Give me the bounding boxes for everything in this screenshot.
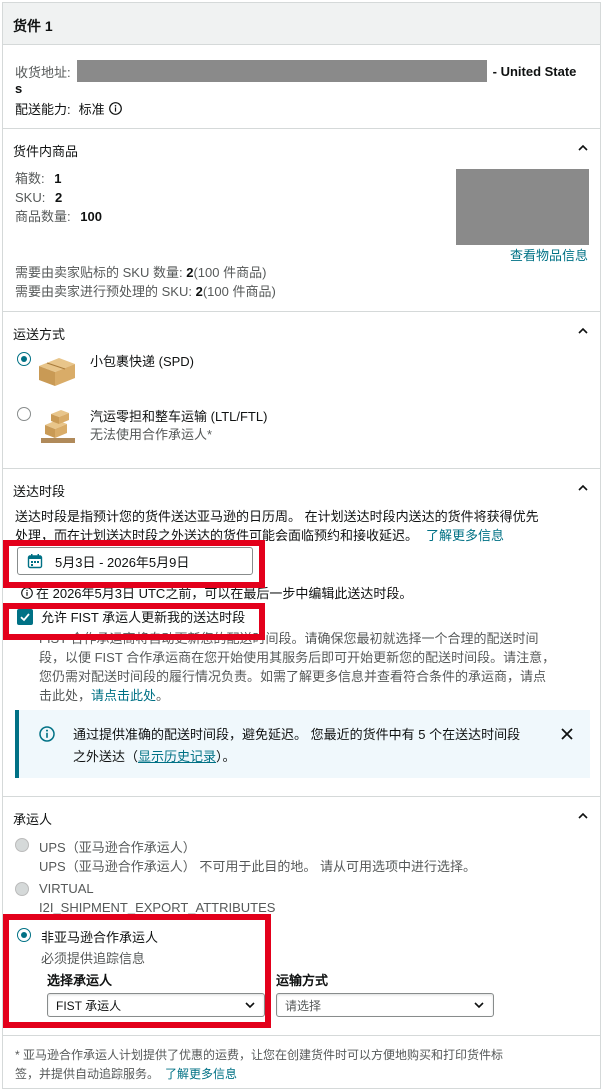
address-country: - United State	[492, 63, 577, 79]
close-icon[interactable]	[560, 727, 574, 741]
tracking-note: 必须提供追踪信息	[41, 951, 146, 966]
alert-text-2: 之外送达（	[73, 749, 139, 764]
chevron-up-icon[interactable]	[576, 141, 590, 155]
shipping-option-ltl[interactable]: 汽运零担和整车运输 (LTL/FTL) 无法使用合作承运人*	[15, 405, 575, 453]
fist-desc-4: 击此处，	[39, 688, 92, 703]
edit-window-note: 在 2026年5月3日 UTC之前，可以在最后一步中编辑此送达时段。	[36, 586, 413, 601]
ups-radio	[15, 838, 29, 852]
footer-note-2: 签，并提供自动追踪服务。	[15, 1067, 160, 1081]
shipment-panel: 货件 1 收货地址: - United State s 配送能力: 标准 货件内…	[2, 2, 601, 1089]
address-country-wrap: s	[15, 81, 23, 96]
shipping-option-spd[interactable]: 小包裹快递 (SPD)	[15, 350, 575, 396]
date-range-picker[interactable]: 5月3日 - 2026年5月9日	[17, 547, 253, 575]
delivery-desc-1: 送达时段是指预计您的货件送达亚马逊的日历周。 在计划送达时段内送达的货件将获得优…	[15, 509, 539, 524]
footer-learn-more-link[interactable]: 了解更多信息	[165, 1067, 237, 1081]
qty-label: 商品数量:	[15, 209, 71, 224]
delivery-window-title: 送达时段	[13, 484, 66, 499]
carrier-title: 承运人	[13, 812, 53, 827]
address-label: 收货地址:	[15, 64, 71, 80]
chevron-up-icon[interactable]	[576, 324, 590, 338]
items-title: 货件内商品	[13, 144, 79, 159]
transport-placeholder: 请选择	[285, 998, 322, 1013]
footer-note: * 亚马逊合作承运人计划提供了优惠的运费，让您在创建货件时可以方便地购买和打印货…	[15, 1046, 595, 1084]
delivery-desc-2: 处理，而在计划送达时段之外送达的货件可能会面临预约和接收延迟。	[15, 528, 419, 543]
shipping-mode-section: 运送方式 小包裹快递 (SPD) 汽运零担和整车运输 (LTL/FTL) 无法使…	[3, 312, 600, 469]
shipment-title: 货件 1	[13, 18, 53, 34]
address-redacted	[76, 60, 487, 82]
virtual-note: I2I_SHIPMENT_EXPORT_ATTRIBUTES	[39, 900, 276, 915]
spd-radio[interactable]	[17, 352, 31, 366]
alert-text-2-end: ）。	[216, 749, 236, 764]
shipping-mode-title: 运送方式	[13, 327, 66, 342]
select-carrier-dropdown[interactable]: FIST 承运人	[47, 993, 265, 1017]
items-section: 货件内商品 箱数: 1 SKU: 2 商品数量: 100 查看物品信息 需要由卖…	[3, 129, 600, 312]
virtual-label: VIRTUAL	[39, 881, 94, 896]
ltl-radio[interactable]	[17, 407, 31, 421]
fist-click-here-link[interactable]: 请点击此处	[91, 688, 156, 703]
ups-label: UPS（亚马逊合作承运人）	[39, 840, 196, 855]
chevron-up-icon[interactable]	[576, 809, 590, 823]
label-sku-text: 需要由卖家贴标的 SKU 数量:	[15, 265, 183, 280]
show-history-link[interactable]: 显示历史记录	[138, 749, 216, 764]
boxes-value: 1	[54, 171, 62, 186]
carrier-section: 承运人 UPS（亚马逊合作承运人） UPS（亚马逊合作承运人） 不可用于此目的地…	[3, 797, 600, 1036]
fist-desc-3: 您仍需对配送时间段的履行情况负责。如需了解更多信息并查看符合条件的承运商，请点	[39, 669, 547, 684]
sku-value: 2	[54, 190, 63, 205]
late-delivery-alert: 通过提供准确的配送时间段，避免延迟。 您最近的货件中有 5 个在送达时间段 之外…	[15, 710, 590, 778]
prep-sku-count: 2	[195, 284, 203, 299]
select-carrier-value: FIST 承运人	[56, 998, 122, 1013]
chevron-down-icon	[473, 999, 485, 1011]
select-carrier-label: 选择承运人	[47, 973, 113, 988]
prep-sku-suffix: (100 件商品)	[202, 284, 276, 299]
sku-label: SKU:	[15, 190, 46, 205]
address-section: 收货地址: - United State s 配送能力: 标准	[3, 45, 600, 129]
chevron-up-icon[interactable]	[576, 481, 590, 495]
virtual-radio	[15, 882, 29, 896]
footer-note-1: * 亚马逊合作承运人计划提供了优惠的运费，让您在创建货件时可以方便地购买和打印货…	[15, 1048, 504, 1062]
ltl-sub: 无法使用合作承运人*	[90, 427, 213, 442]
shipment-header: 货件 1	[3, 3, 600, 45]
fist-desc-2: 段，以便 FIST 合作承运商在您开始使用其服务后即可开始更新您的配送时间段。请…	[39, 650, 556, 665]
label-sku-suffix: (100 件商品)	[193, 265, 267, 280]
alert-text-1: 通过提供准确的配送时间段，避免延迟。 您最近的货件中有 5 个在送达时间段	[73, 727, 521, 742]
pallet-boxes-icon	[37, 405, 79, 447]
calendar-icon	[27, 553, 43, 569]
view-items-link[interactable]: 查看物品信息	[510, 245, 588, 264]
chevron-down-icon	[244, 999, 256, 1011]
qty-value: 100	[80, 209, 102, 224]
small-parcel-box-icon	[35, 354, 79, 388]
transport-label: 运输方式	[276, 973, 329, 988]
non-partner-radio[interactable]	[17, 928, 31, 942]
fist-update-checkbox-row[interactable]: 允许 FIST 承运人更新我的送达时段	[17, 607, 245, 626]
fist-update-label: 允许 FIST 承运人更新我的送达时段	[41, 610, 246, 625]
transport-dropdown[interactable]: 请选择	[276, 993, 494, 1017]
info-icon[interactable]	[108, 102, 122, 115]
ltl-label: 汽运零担和整车运输 (LTL/FTL)	[90, 409, 268, 424]
info-circle-icon	[39, 726, 55, 742]
non-partner-label: 非亚马逊合作承运人	[41, 930, 159, 945]
boxes-label: 箱数:	[15, 171, 45, 186]
prep-sku-text: 需要由卖家进行预处理的 SKU:	[15, 284, 192, 299]
delivery-window-section: 送达时段 送达时段是指预计您的货件送达亚马逊的日历周。 在计划送达时段内送达的货…	[3, 469, 600, 797]
fist-desc-1: FIST 合作承运商将自动更新您的配送时间段。请确保您最初就选择一个合理的配送时…	[39, 631, 539, 646]
fist-update-checkbox[interactable]	[17, 608, 33, 625]
ups-note: UPS（亚马逊合作承运人） 不可用于此目的地。 请从可用选项中进行选择。	[39, 859, 476, 874]
product-image-redacted	[456, 169, 589, 245]
info-icon	[21, 586, 33, 599]
fist-desc-4-end: 。	[156, 688, 170, 703]
capability-label: 配送能力:	[15, 102, 71, 117]
capability-value: 标准	[78, 102, 105, 117]
spd-label: 小包裹快递 (SPD)	[90, 354, 195, 369]
delivery-learn-more-link[interactable]: 了解更多信息	[426, 528, 504, 543]
date-range-value: 5月3日 - 2026年5月9日	[55, 554, 190, 570]
